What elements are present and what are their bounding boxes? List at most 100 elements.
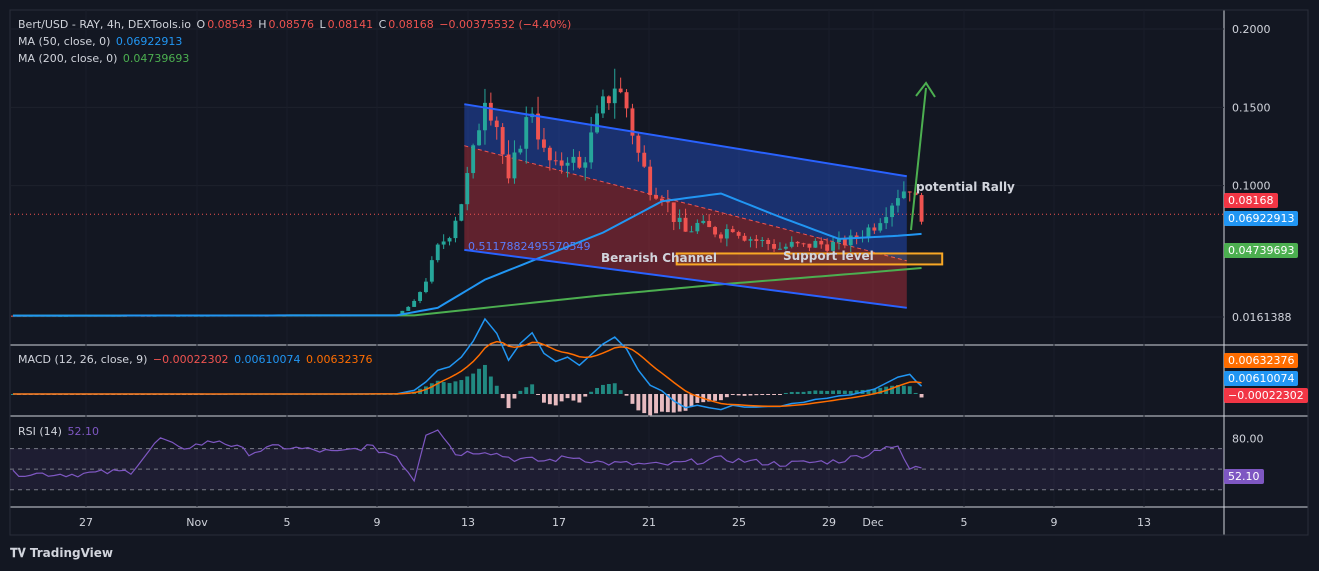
candle-body [642, 152, 647, 167]
macd-histogram-bar [477, 368, 481, 394]
candle-body [553, 160, 558, 162]
macd-histogram-bar [831, 390, 835, 394]
candle-body [671, 202, 676, 222]
candle-body [677, 217, 682, 222]
macd-legend[interactable]: MACD (12, 26, close, 9) −0.00022302 0.00… [18, 353, 375, 366]
rally-arrow-shaft [910, 87, 927, 231]
macd-histogram-bar [565, 394, 570, 399]
candle-body [748, 239, 753, 241]
macd-histogram-bar [618, 390, 623, 394]
candle-body [848, 235, 853, 246]
macd-hist-value: −0.00022302 [152, 353, 229, 366]
macd-histogram-bar [842, 390, 847, 394]
macd-histogram-bar [459, 380, 464, 394]
ohlc-high: 0.08576 [268, 18, 314, 31]
macd-histogram-bar [825, 390, 830, 394]
candle-body [795, 241, 800, 244]
candle-body [559, 160, 564, 166]
time-tick-label: 27 [79, 516, 93, 529]
symbol-legend[interactable]: Bert/USD - RAY, 4h, DEXTools.io O 0.08543… [18, 18, 573, 31]
macd-histogram-bar [789, 391, 794, 394]
price-tick-label: 0.1500 [1232, 101, 1271, 114]
candle-body [477, 130, 481, 146]
candle-body [424, 281, 428, 293]
macd-histogram-bar [601, 384, 605, 394]
rsi-legend[interactable]: RSI (14) 52.10 [18, 425, 101, 438]
macd-hist-tag: −0.00022302 [1224, 388, 1308, 403]
macd-histogram-bar [583, 394, 588, 397]
candle-body [872, 227, 877, 231]
macd-histogram-bar [571, 394, 576, 401]
ohlc-low: 0.08141 [327, 18, 374, 31]
candle-body [412, 300, 417, 307]
candle-body [577, 156, 582, 168]
macd-line-value: 0.00610074 [234, 353, 301, 366]
time-tick-label: Nov [186, 516, 208, 529]
rsi-tick-label: 80.00 [1232, 432, 1264, 445]
macd-histogram-bar [730, 394, 735, 395]
macd-signal-tag: 0.00632376 [1224, 353, 1299, 368]
symbol-title: Bert/USD - RAY, 4h, DEXTools.io [18, 18, 192, 31]
macd-signal-line [12, 340, 922, 408]
candle-body [778, 248, 782, 250]
macd-histogram-bar [506, 394, 511, 409]
candle-body [648, 166, 653, 196]
candle-body [742, 235, 747, 241]
candle-body [624, 92, 629, 109]
candle-body [459, 204, 464, 221]
macd-label: MACD (12, 26, close, 9) [18, 353, 148, 366]
time-tick-label: 17 [552, 516, 566, 529]
macd-histogram-bar [778, 394, 782, 395]
candle-body [707, 220, 712, 228]
candle-body [760, 239, 765, 241]
ohlc-l-label: L [319, 18, 326, 31]
macd-line-tag: 0.00610074 [1224, 371, 1299, 386]
macd-histogram-bar [524, 387, 529, 394]
candle-body [724, 229, 729, 239]
macd-histogram-bar [441, 382, 446, 394]
macd-histogram-bar [783, 392, 788, 394]
candle-body [866, 227, 871, 237]
macd-histogram-bar [848, 390, 853, 394]
ma200-price-tag: 0.04739693 [1224, 243, 1299, 258]
candle-body [689, 231, 694, 233]
candle-body [435, 244, 440, 261]
candle-body [730, 229, 735, 233]
candle-body [807, 243, 812, 248]
candle-body [606, 96, 611, 104]
ma200-legend[interactable]: MA (200, close, 0) 0.04739693 [18, 52, 191, 65]
macd-histogram-bar [636, 394, 641, 411]
candle-body [766, 239, 771, 245]
rsi-band [10, 448, 1224, 490]
time-tick-label: 21 [642, 516, 656, 529]
macd-histogram-bar [819, 390, 824, 394]
candle-body [884, 217, 889, 224]
candle-body [736, 232, 741, 236]
macd-histogram-bar [630, 394, 635, 404]
rsi-value: 52.10 [67, 425, 99, 438]
candle-body [701, 220, 706, 223]
macd-histogram-bar [736, 394, 741, 396]
ma50-legend[interactable]: MA (50, close, 0) 0.06922913 [18, 35, 184, 48]
rsi-tag: 52.10 [1224, 469, 1264, 484]
candle-body [441, 241, 446, 245]
macd-histogram-bar [724, 394, 729, 398]
macd-histogram-bar [719, 394, 723, 401]
macd-histogram-bar [559, 394, 564, 402]
price-tick-label: 0.0161388 [1232, 311, 1292, 324]
macd-histogram-bar [766, 394, 771, 395]
candle-body [595, 113, 599, 133]
candle-body [547, 147, 552, 161]
candle-body [406, 306, 411, 311]
chart-canvas[interactable]: 0.2000 0.1500 0.1000 0.0161388 27 Nov 5 9 13 17 21… [0, 0, 1319, 571]
ohlc-c-label: C [378, 18, 387, 31]
macd-histogram-bar [837, 390, 841, 394]
tradingview-logo[interactable]: 𝐓𝐕 TradingView [10, 546, 113, 561]
ohlc-open: 0.08543 [207, 18, 253, 31]
candle-body [618, 88, 623, 93]
macd-histogram-bar [488, 376, 493, 394]
candle-body [683, 217, 688, 232]
support-level-label: Support level [783, 249, 874, 263]
macd-histogram-bar [494, 385, 499, 394]
macd-histogram-bar [429, 383, 434, 394]
